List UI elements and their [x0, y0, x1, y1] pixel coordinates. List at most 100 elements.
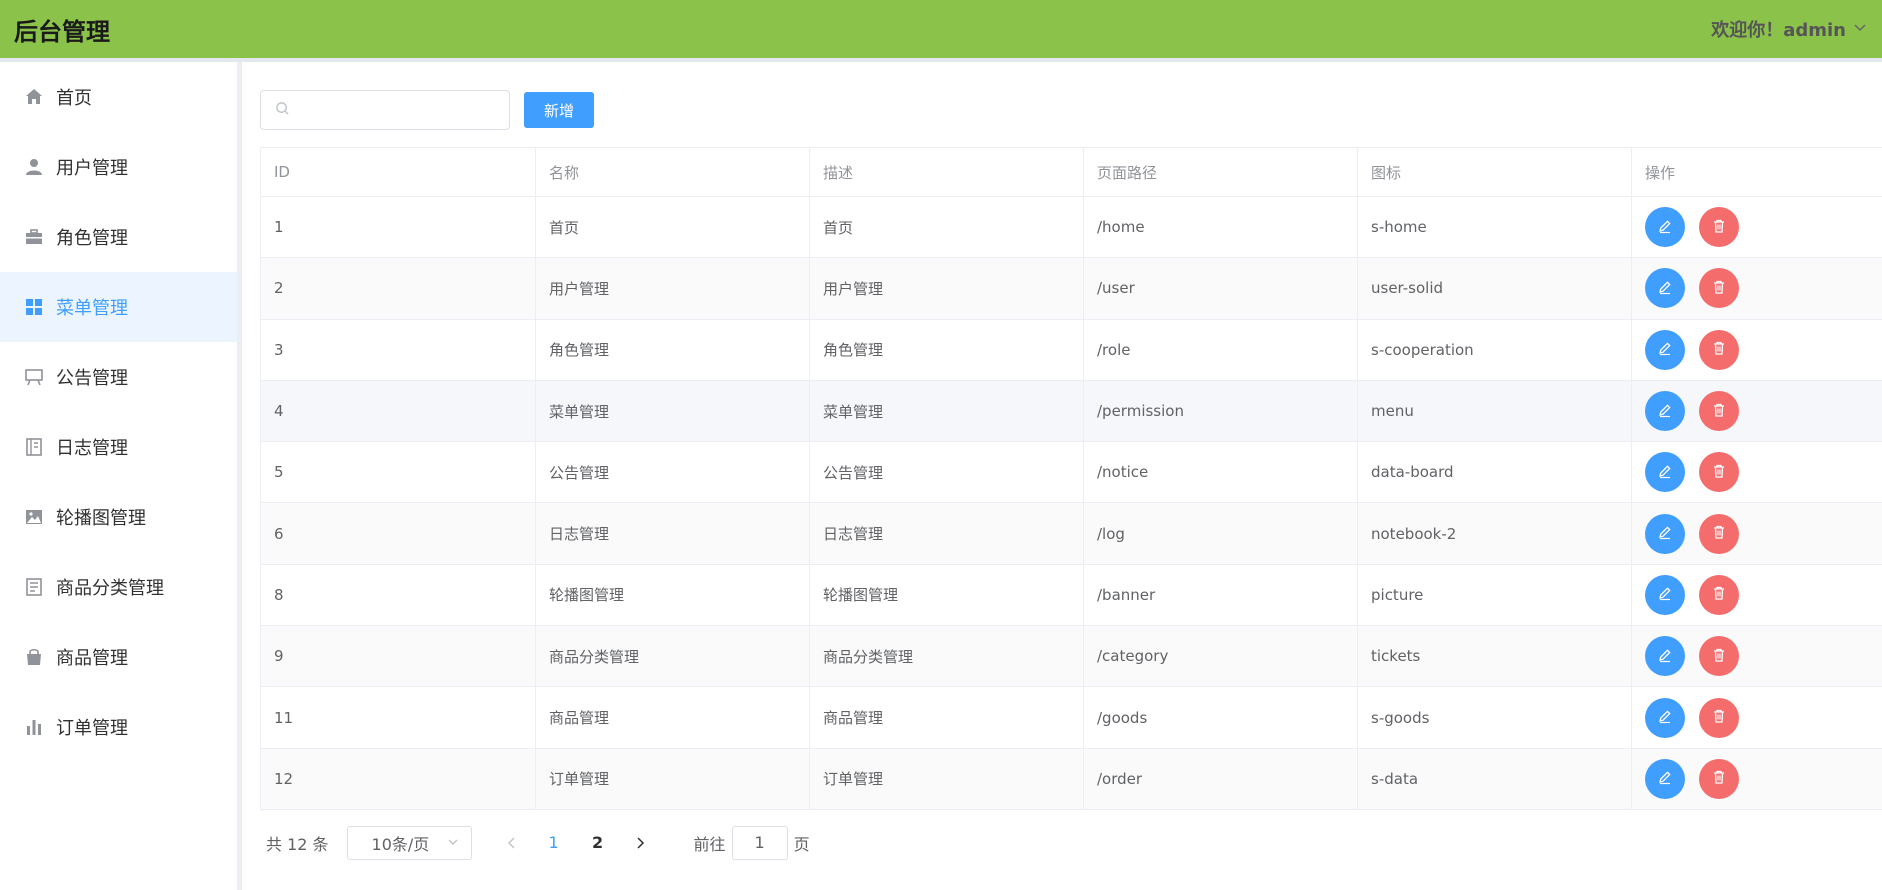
delete-button[interactable] [1699, 758, 1739, 799]
sidebar-item-label: 轮播图管理 [56, 508, 146, 529]
table-row: 1 首页 首页/home s-home [260, 196, 1882, 259]
delete-button[interactable] [1699, 452, 1739, 493]
cell-name: 用户管理 [535, 257, 810, 320]
sidebar-item-users[interactable]: 用户管理 [0, 132, 237, 202]
sidebar-item-categories[interactable]: 商品分类管理 [0, 552, 237, 622]
cell-actions [1631, 196, 1882, 259]
delete-button[interactable] [1699, 268, 1739, 309]
cell-desc: 用户管理 [809, 257, 1084, 320]
sidebar-item-goods[interactable]: 商品管理 [0, 622, 237, 692]
sidebar-item-roles[interactable]: 角色管理 [0, 202, 237, 272]
cell-path: /order [1083, 748, 1358, 810]
cell-path: /role [1083, 319, 1358, 381]
sidebar-item-orders[interactable]: 订单管理 [0, 692, 237, 762]
cell-id: 5 [260, 441, 536, 504]
table-row: 11 商品管理 商品管理/goods s-goods [260, 686, 1882, 749]
cell-id: 1 [260, 196, 536, 259]
table-row: 8 轮播图管理 轮播图管理/banner picture [260, 564, 1882, 627]
sidebar-item-banners[interactable]: 轮播图管理 [0, 482, 237, 552]
cell-desc: 公告管理 [809, 441, 1084, 504]
table-row: 4 菜单管理 菜单管理/permission menu [260, 380, 1882, 443]
delete-icon [1711, 279, 1727, 298]
delete-button[interactable] [1699, 513, 1739, 554]
cell-desc: 菜单管理 [809, 380, 1084, 443]
table-header-row: ID 名称 描述 页面路径 图标 操作 [260, 147, 1882, 197]
toolbar: 新增 [260, 90, 1882, 130]
delete-button[interactable] [1699, 391, 1739, 432]
search-box[interactable] [260, 90, 510, 130]
delete-button[interactable] [1699, 574, 1739, 615]
page-number-2[interactable]: 2 [576, 826, 620, 860]
edit-button[interactable] [1645, 697, 1685, 738]
search-icon [275, 101, 290, 120]
cell-path: /permission [1083, 380, 1358, 443]
page-size-select[interactable]: 10条/页 [346, 825, 472, 860]
total-count: 共 12 条 [266, 834, 329, 854]
search-input[interactable] [298, 101, 498, 119]
cell-desc: 商品分类管理 [809, 625, 1084, 688]
edit-icon [1657, 463, 1673, 482]
edit-icon [1657, 585, 1673, 604]
edit-button[interactable] [1645, 636, 1685, 677]
delete-icon [1711, 524, 1727, 543]
sidebar-item-label: 商品管理 [56, 648, 128, 669]
cell-id: 6 [260, 502, 536, 565]
cell-icon: user-solid [1357, 257, 1632, 320]
cell-icon: data-board [1357, 441, 1632, 504]
menu-table: ID 名称 描述 页面路径 图标 操作 1 首页 首页/home s-home 2 用户… [260, 147, 1882, 810]
sidebar-item-notices[interactable]: 公告管理 [0, 342, 237, 412]
app-title: 后台管理 [14, 17, 110, 46]
goto-prefix: 前往 [693, 834, 726, 854]
sidebar-item-label: 首页 [56, 88, 92, 109]
cell-desc: 日志管理 [809, 502, 1084, 565]
chevron-right-icon [637, 837, 644, 849]
cell-actions [1631, 502, 1882, 565]
next-page-button[interactable] [620, 826, 660, 860]
add-button[interactable]: 新增 [524, 92, 594, 128]
home-icon [24, 87, 44, 107]
table-row: 6 日志管理 日志管理/log notebook-2 [260, 502, 1882, 565]
cell-name: 商品管理 [535, 686, 810, 749]
delete-button[interactable] [1699, 636, 1739, 677]
delete-icon [1711, 402, 1727, 421]
cell-desc: 首页 [809, 196, 1084, 259]
delete-button[interactable] [1699, 329, 1739, 370]
cell-path: /goods [1083, 686, 1358, 749]
cell-name: 订单管理 [535, 748, 810, 810]
goto-page-input[interactable] [731, 825, 788, 860]
cell-actions [1631, 319, 1882, 381]
page-size-value: 10条/页 [371, 834, 430, 854]
edit-icon [1657, 340, 1673, 359]
delete-button[interactable] [1699, 207, 1739, 248]
edit-button[interactable] [1645, 452, 1685, 493]
edit-button[interactable] [1645, 574, 1685, 615]
edit-button[interactable] [1645, 268, 1685, 309]
delete-button[interactable] [1699, 697, 1739, 738]
edit-button[interactable] [1645, 329, 1685, 370]
cell-name: 菜单管理 [535, 380, 810, 443]
cell-icon: s-goods [1357, 686, 1632, 749]
prev-page-button[interactable] [492, 826, 532, 860]
cell-id: 9 [260, 625, 536, 688]
edit-icon [1657, 279, 1673, 298]
sidebar-item-home[interactable]: 首页 [0, 62, 237, 132]
cell-desc: 轮播图管理 [809, 564, 1084, 627]
cell-id: 11 [260, 686, 536, 749]
edit-button[interactable] [1645, 207, 1685, 248]
cell-name: 轮播图管理 [535, 564, 810, 627]
cell-icon: s-cooperation [1357, 319, 1632, 381]
table-body: 1 首页 首页/home s-home 2 用户管理 用户管理/user user-soli… [260, 196, 1882, 810]
sidebar-item-menus[interactable]: 菜单管理 [0, 272, 237, 342]
page-number-1[interactable]: 1 [532, 826, 576, 860]
edit-button[interactable] [1645, 513, 1685, 554]
cell-name: 日志管理 [535, 502, 810, 565]
cell-icon: picture [1357, 564, 1632, 627]
cell-name: 公告管理 [535, 441, 810, 504]
cell-actions [1631, 564, 1882, 627]
sidebar-item-label: 日志管理 [56, 438, 128, 459]
sidebar-item-logs[interactable]: 日志管理 [0, 412, 237, 482]
edit-button[interactable] [1645, 758, 1685, 799]
table-row: 3 角色管理 角色管理/role s-cooperation [260, 319, 1882, 381]
edit-button[interactable] [1645, 391, 1685, 432]
user-menu[interactable]: 欢迎你！admin [1711, 16, 1868, 42]
